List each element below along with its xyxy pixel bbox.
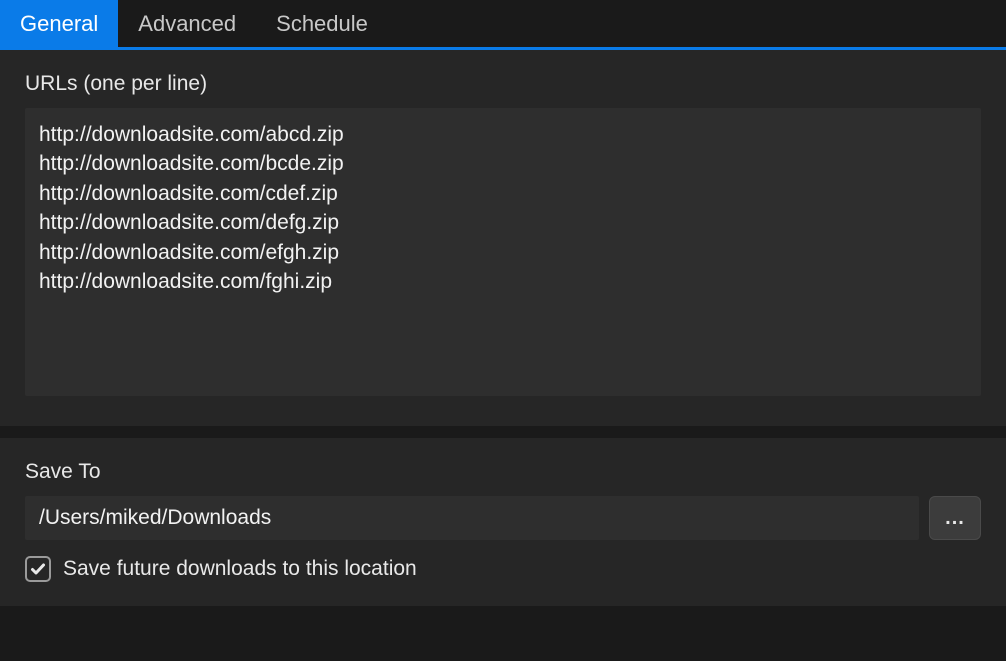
content-area: URLs (one per line) Save To ... Save fut… — [0, 50, 1006, 606]
save-to-row: ... — [25, 496, 981, 540]
urls-section: URLs (one per line) — [0, 50, 1006, 426]
tab-schedule[interactable]: Schedule — [256, 0, 388, 47]
save-path-input[interactable] — [25, 496, 919, 540]
save-future-checkbox[interactable] — [25, 556, 51, 582]
browse-button[interactable]: ... — [929, 496, 981, 540]
save-to-label: Save To — [25, 460, 981, 484]
urls-label: URLs (one per line) — [25, 72, 981, 96]
urls-textarea[interactable] — [25, 108, 981, 396]
save-section: Save To ... Save future downloads to thi… — [0, 438, 1006, 606]
save-future-row: Save future downloads to this location — [25, 556, 981, 582]
tab-general[interactable]: General — [0, 0, 118, 47]
section-divider — [0, 426, 1006, 438]
tab-bar: General Advanced Schedule — [0, 0, 1006, 50]
tab-advanced[interactable]: Advanced — [118, 0, 256, 47]
check-icon — [30, 561, 46, 577]
save-future-label[interactable]: Save future downloads to this location — [63, 557, 417, 581]
